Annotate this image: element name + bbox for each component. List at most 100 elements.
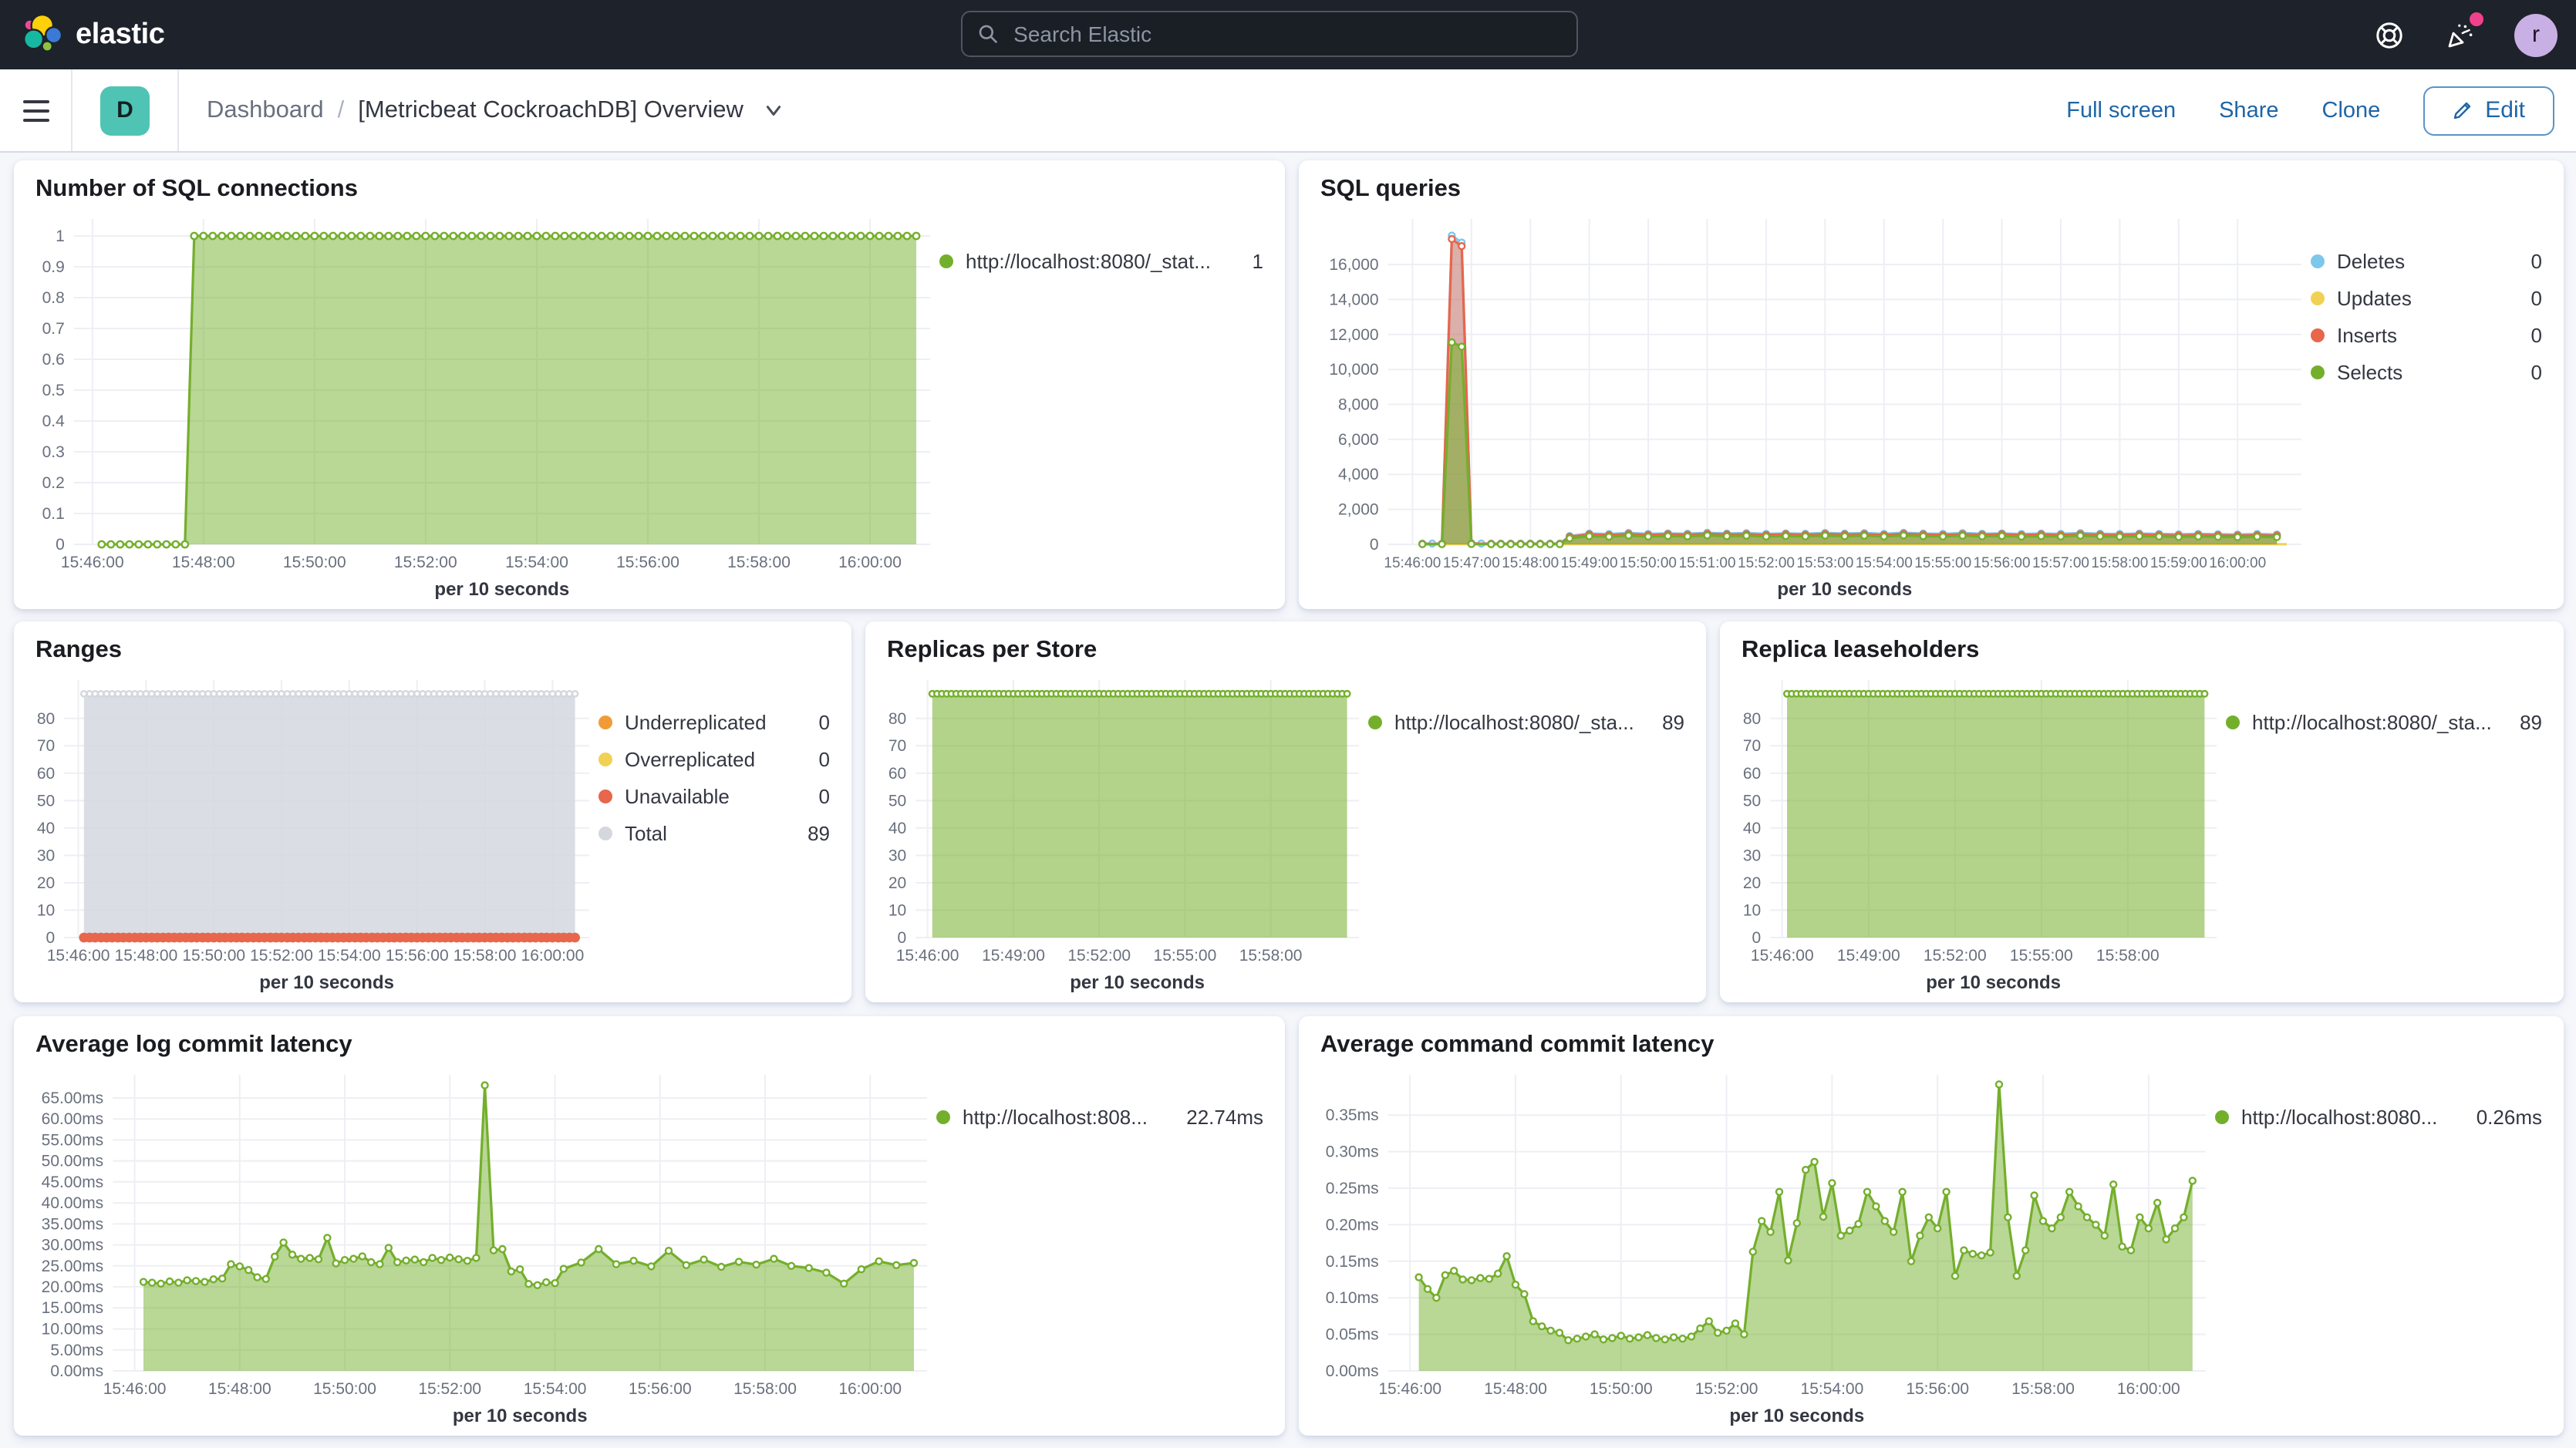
chart-plot[interactable]: 15:46:0015:48:0015:50:0015:52:0015:54:00… (1308, 1062, 2215, 1433)
legend-item[interactable]: Underreplicated0 (598, 711, 830, 734)
svg-text:15:55:00: 15:55:00 (1914, 555, 1971, 571)
edit-button[interactable]: Edit (2423, 86, 2554, 135)
svg-text:30: 30 (1743, 847, 1761, 864)
legend-label: Deletes (2337, 250, 2405, 273)
toolbar-actions: Full screen Share Clone Edit (2066, 86, 2576, 135)
clone-button[interactable]: Clone (2322, 98, 2381, 123)
chart-canvas[interactable]: 15:46:0015:48:0015:50:0015:52:0015:54:00… (23, 207, 939, 606)
svg-text:15:54:00: 15:54:00 (1856, 555, 1913, 571)
legend-item[interactable]: http://localhost:808...22.74ms (936, 1106, 1263, 1129)
svg-text:0.5: 0.5 (42, 382, 65, 399)
legend-value: 0 (819, 785, 830, 808)
chart-plot[interactable]: 15:46:0015:48:0015:50:0015:52:0015:54:00… (23, 207, 939, 606)
legend-value: 0 (819, 748, 830, 771)
life-ring-icon (2374, 19, 2405, 50)
svg-text:20: 20 (1743, 874, 1761, 892)
legend-item[interactable]: Updates0 (2311, 287, 2542, 310)
svg-text:per 10 seconds: per 10 seconds (434, 579, 569, 600)
panel-title[interactable]: Average log commit latency (14, 1016, 1285, 1062)
legend-item[interactable]: Overreplicated0 (598, 748, 830, 771)
svg-text:15:54:00: 15:54:00 (505, 554, 568, 571)
svg-text:15:50:00: 15:50:00 (283, 554, 346, 571)
svg-text:30: 30 (888, 847, 906, 864)
chart-canvas[interactable]: 15:46:0015:49:0015:52:0015:55:0015:58:00… (1729, 668, 2226, 999)
svg-text:16,000: 16,000 (1329, 256, 1378, 274)
chevron-down-icon[interactable] (764, 100, 784, 120)
legend-label: http://localhost:8080/_sta... (2252, 711, 2492, 734)
svg-text:50: 50 (888, 792, 906, 810)
svg-text:15:58:00: 15:58:00 (2091, 555, 2148, 571)
legend-color-dot (2311, 254, 2325, 268)
svg-text:15:58:00: 15:58:00 (453, 947, 517, 965)
chart-plot[interactable]: 15:46:0015:47:0015:48:0015:49:0015:50:00… (1308, 207, 2311, 606)
chart-plot[interactable]: 15:46:0015:48:0015:50:0015:52:0015:54:00… (23, 668, 598, 999)
chart-plot[interactable]: 15:46:0015:49:0015:52:0015:55:0015:58:00… (875, 668, 1368, 999)
svg-text:0.7: 0.7 (42, 320, 65, 338)
panel-title[interactable]: Number of SQL connections (14, 160, 1285, 207)
svg-text:15:58:00: 15:58:00 (1239, 947, 1303, 965)
panel-ranges: Ranges 15:46:0015:48:0015:50:0015:52:001… (14, 621, 851, 1002)
legend-item[interactable]: http://localhost:8080...0.26ms (2215, 1106, 2542, 1129)
svg-text:50: 50 (1743, 792, 1761, 810)
user-avatar[interactable]: r (2514, 13, 2557, 56)
chart-canvas[interactable]: 15:46:0015:48:0015:50:0015:52:0015:54:00… (23, 668, 598, 999)
whats-new-button[interactable] (2443, 18, 2477, 52)
chart-canvas[interactable]: 15:46:0015:47:0015:48:0015:49:0015:50:00… (1308, 207, 2311, 606)
svg-text:0.3: 0.3 (42, 443, 65, 461)
svg-text:0: 0 (56, 536, 65, 554)
svg-text:per 10 seconds: per 10 seconds (1070, 972, 1205, 993)
panel-title[interactable]: Replicas per Store (865, 621, 1706, 668)
help-button[interactable] (2372, 18, 2406, 52)
legend-item[interactable]: Selects0 (2311, 361, 2542, 384)
legend-label: http://localhost:8080... (2241, 1106, 2437, 1129)
svg-text:15:46:00: 15:46:00 (1751, 947, 1814, 965)
legend-item[interactable]: Total89 (598, 822, 830, 845)
legend-color-dot (598, 716, 612, 729)
global-search[interactable] (961, 11, 1578, 57)
svg-text:15.00ms: 15.00ms (42, 1299, 104, 1317)
chart-plot[interactable]: 15:46:0015:48:0015:50:0015:52:0015:54:00… (23, 1062, 936, 1433)
svg-text:5.00ms: 5.00ms (50, 1342, 103, 1359)
svg-text:0.05ms: 0.05ms (1326, 1326, 1379, 1344)
chart-canvas[interactable]: 15:46:0015:49:0015:52:0015:55:0015:58:00… (875, 668, 1368, 999)
svg-text:15:56:00: 15:56:00 (629, 1380, 692, 1398)
legend-item[interactable]: http://localhost:8080/_sta...89 (1368, 711, 1684, 734)
svg-text:6,000: 6,000 (1338, 431, 1379, 449)
divider (71, 69, 72, 151)
chart-canvas[interactable]: 15:46:0015:48:0015:50:0015:52:0015:54:00… (1308, 1062, 2215, 1433)
legend-item[interactable]: Deletes0 (2311, 250, 2542, 273)
panel-title[interactable]: Average command commit latency (1299, 1016, 2564, 1062)
svg-text:14,000: 14,000 (1329, 291, 1378, 308)
chart-plot[interactable]: 15:46:0015:49:0015:52:0015:55:0015:58:00… (1729, 668, 2226, 999)
legend-color-dot (598, 753, 612, 766)
legend-item[interactable]: Inserts0 (2311, 324, 2542, 347)
legend-color-dot (936, 1110, 950, 1124)
panel-title[interactable]: SQL queries (1299, 160, 2564, 207)
search-input[interactable] (1010, 20, 1561, 48)
legend-item[interactable]: Unavailable0 (598, 785, 830, 808)
panel-title[interactable]: Ranges (14, 621, 851, 668)
global-header: elastic (0, 0, 2576, 69)
full-screen-button[interactable]: Full screen (2066, 98, 2176, 123)
legend-item[interactable]: http://localhost:8080/_sta...89 (2226, 711, 2542, 734)
svg-text:80: 80 (1743, 710, 1761, 728)
chart-canvas[interactable]: 15:46:0015:48:0015:50:0015:52:0015:54:00… (23, 1062, 936, 1433)
panel-average-command-commit-latency: Average command commit latency 15:46:001… (1299, 1016, 2564, 1436)
svg-text:15:51:00: 15:51:00 (1679, 555, 1736, 571)
share-button[interactable]: Share (2219, 98, 2278, 123)
svg-text:16:00:00: 16:00:00 (521, 947, 585, 965)
breadcrumb-dashboard-link[interactable]: Dashboard (207, 96, 324, 124)
svg-text:15:49:00: 15:49:00 (1837, 947, 1900, 965)
svg-text:0.10ms: 0.10ms (1326, 1289, 1379, 1307)
elastic-logo[interactable]: elastic (22, 14, 165, 56)
svg-text:20.00ms: 20.00ms (42, 1278, 104, 1296)
legend-item[interactable]: http://localhost:8080/_stat...1 (939, 250, 1263, 273)
panel-title[interactable]: Replica leaseholders (1720, 621, 2564, 668)
svg-text:0.1: 0.1 (42, 505, 65, 523)
chart-legend: Underreplicated0 Overreplicated0 Unavailab… (598, 668, 839, 999)
svg-text:15:58:00: 15:58:00 (727, 554, 791, 571)
menu-button[interactable] (0, 69, 71, 151)
svg-text:0.8: 0.8 (42, 289, 65, 307)
breadcrumb: Dashboard / [Metricbeat CockroachDB] Ove… (207, 96, 784, 124)
space-badge[interactable]: D (100, 86, 150, 135)
